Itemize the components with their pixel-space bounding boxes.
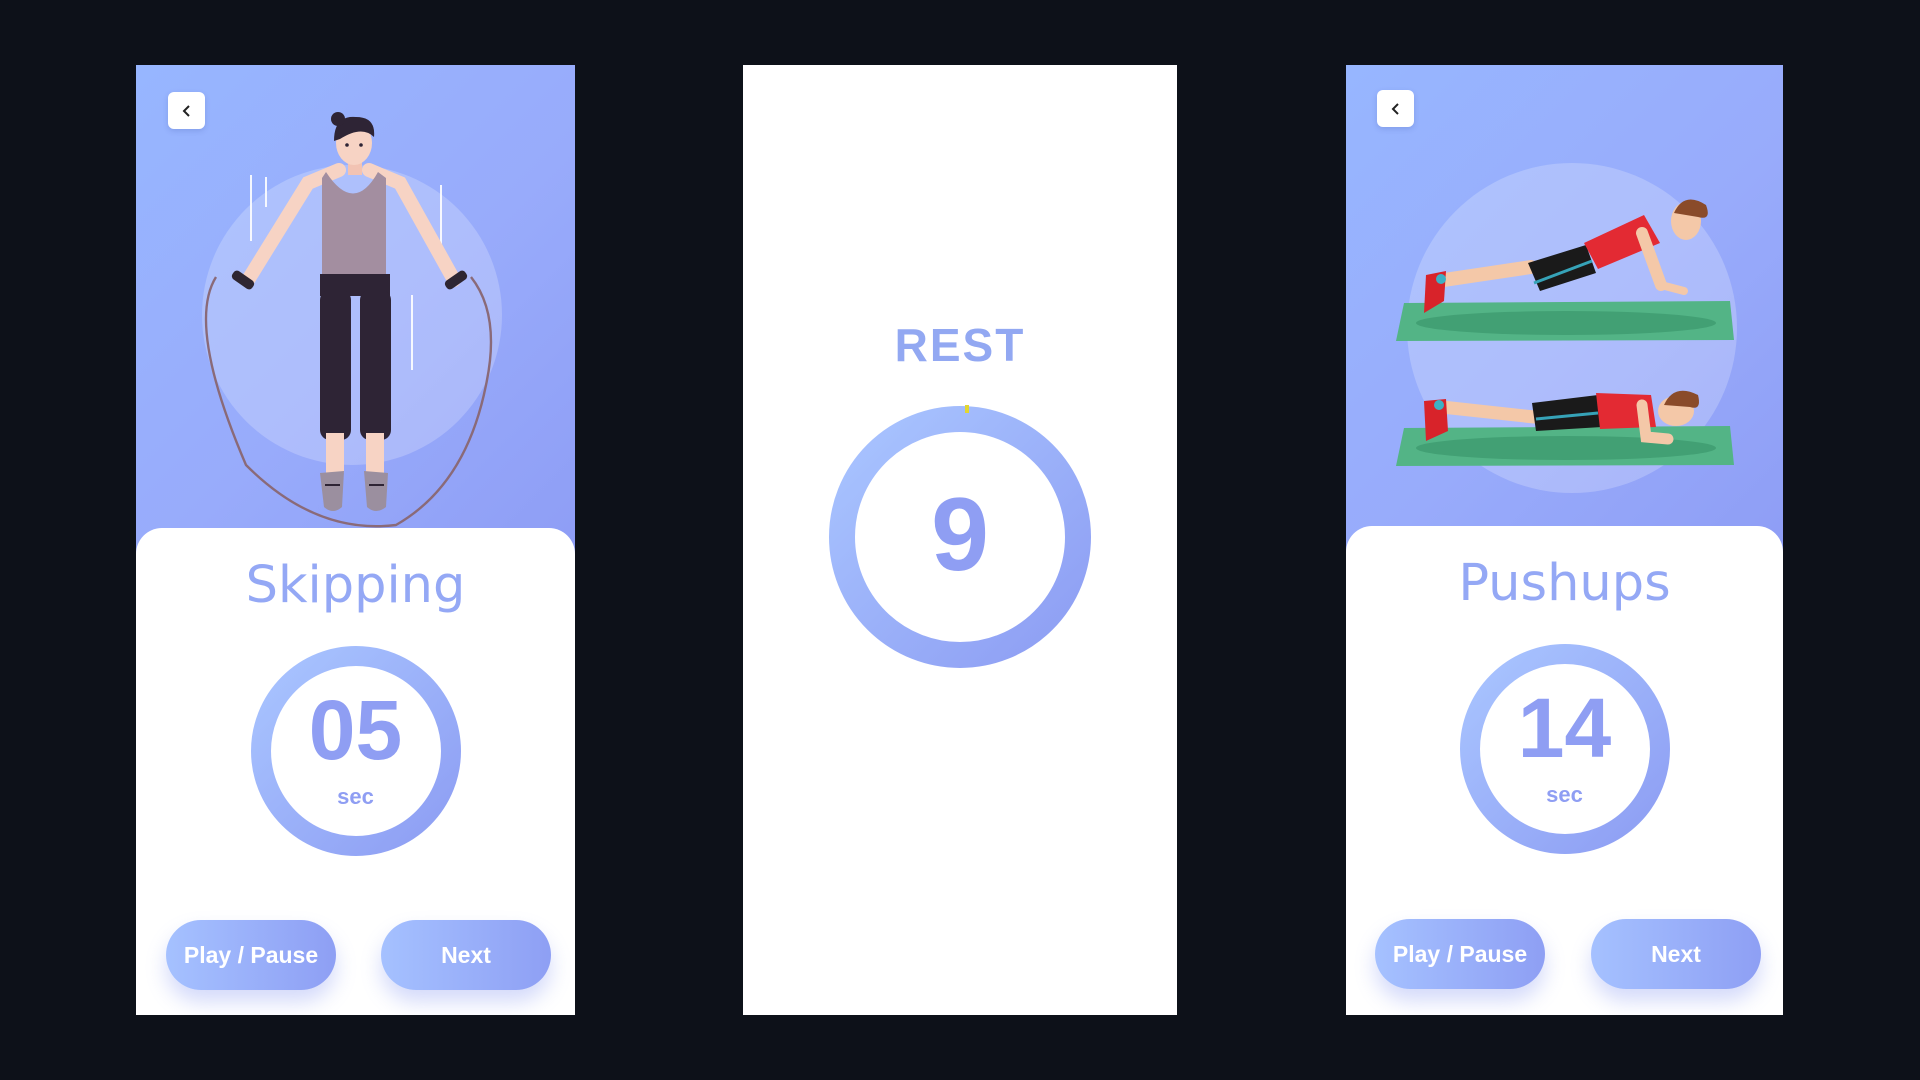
- pushups-screen: Pushups 14 sec Play / Pause Next: [1346, 65, 1783, 1015]
- back-button[interactable]: [1377, 90, 1414, 127]
- exercise-timer: 05 sec: [250, 646, 461, 856]
- skipping-screen: Skipping 05 sec Play / Pause Next: [136, 65, 575, 1015]
- rest-timer: 9: [828, 405, 1092, 669]
- exercise-timer: 14 sec: [1459, 644, 1670, 854]
- back-button[interactable]: [168, 92, 205, 129]
- exercise-title: Skipping: [245, 556, 466, 615]
- rest-countdown: 9: [931, 477, 989, 593]
- chevron-left-icon: [1391, 102, 1399, 115]
- pushups-hero: [1346, 65, 1783, 565]
- rest-screen: REST 9: [743, 65, 1177, 1015]
- timer-value: 14: [1517, 681, 1612, 775]
- chevron-left-icon: [182, 104, 190, 117]
- next-button[interactable]: Next: [381, 920, 551, 990]
- timer-unit: sec: [1546, 782, 1583, 807]
- skipping-hero: [136, 65, 575, 565]
- next-button[interactable]: Next: [1591, 919, 1761, 989]
- exercise-title: Pushups: [1458, 554, 1671, 613]
- play-pause-button[interactable]: Play / Pause: [166, 920, 336, 990]
- progress-marker: [965, 405, 969, 413]
- pushup-illustration: [1396, 163, 1737, 493]
- timer-value: 05: [308, 683, 403, 777]
- timer-unit: sec: [337, 784, 374, 809]
- jump-rope-illustration: [202, 112, 502, 528]
- rest-title: REST: [894, 319, 1026, 371]
- play-pause-button[interactable]: Play / Pause: [1375, 919, 1545, 989]
